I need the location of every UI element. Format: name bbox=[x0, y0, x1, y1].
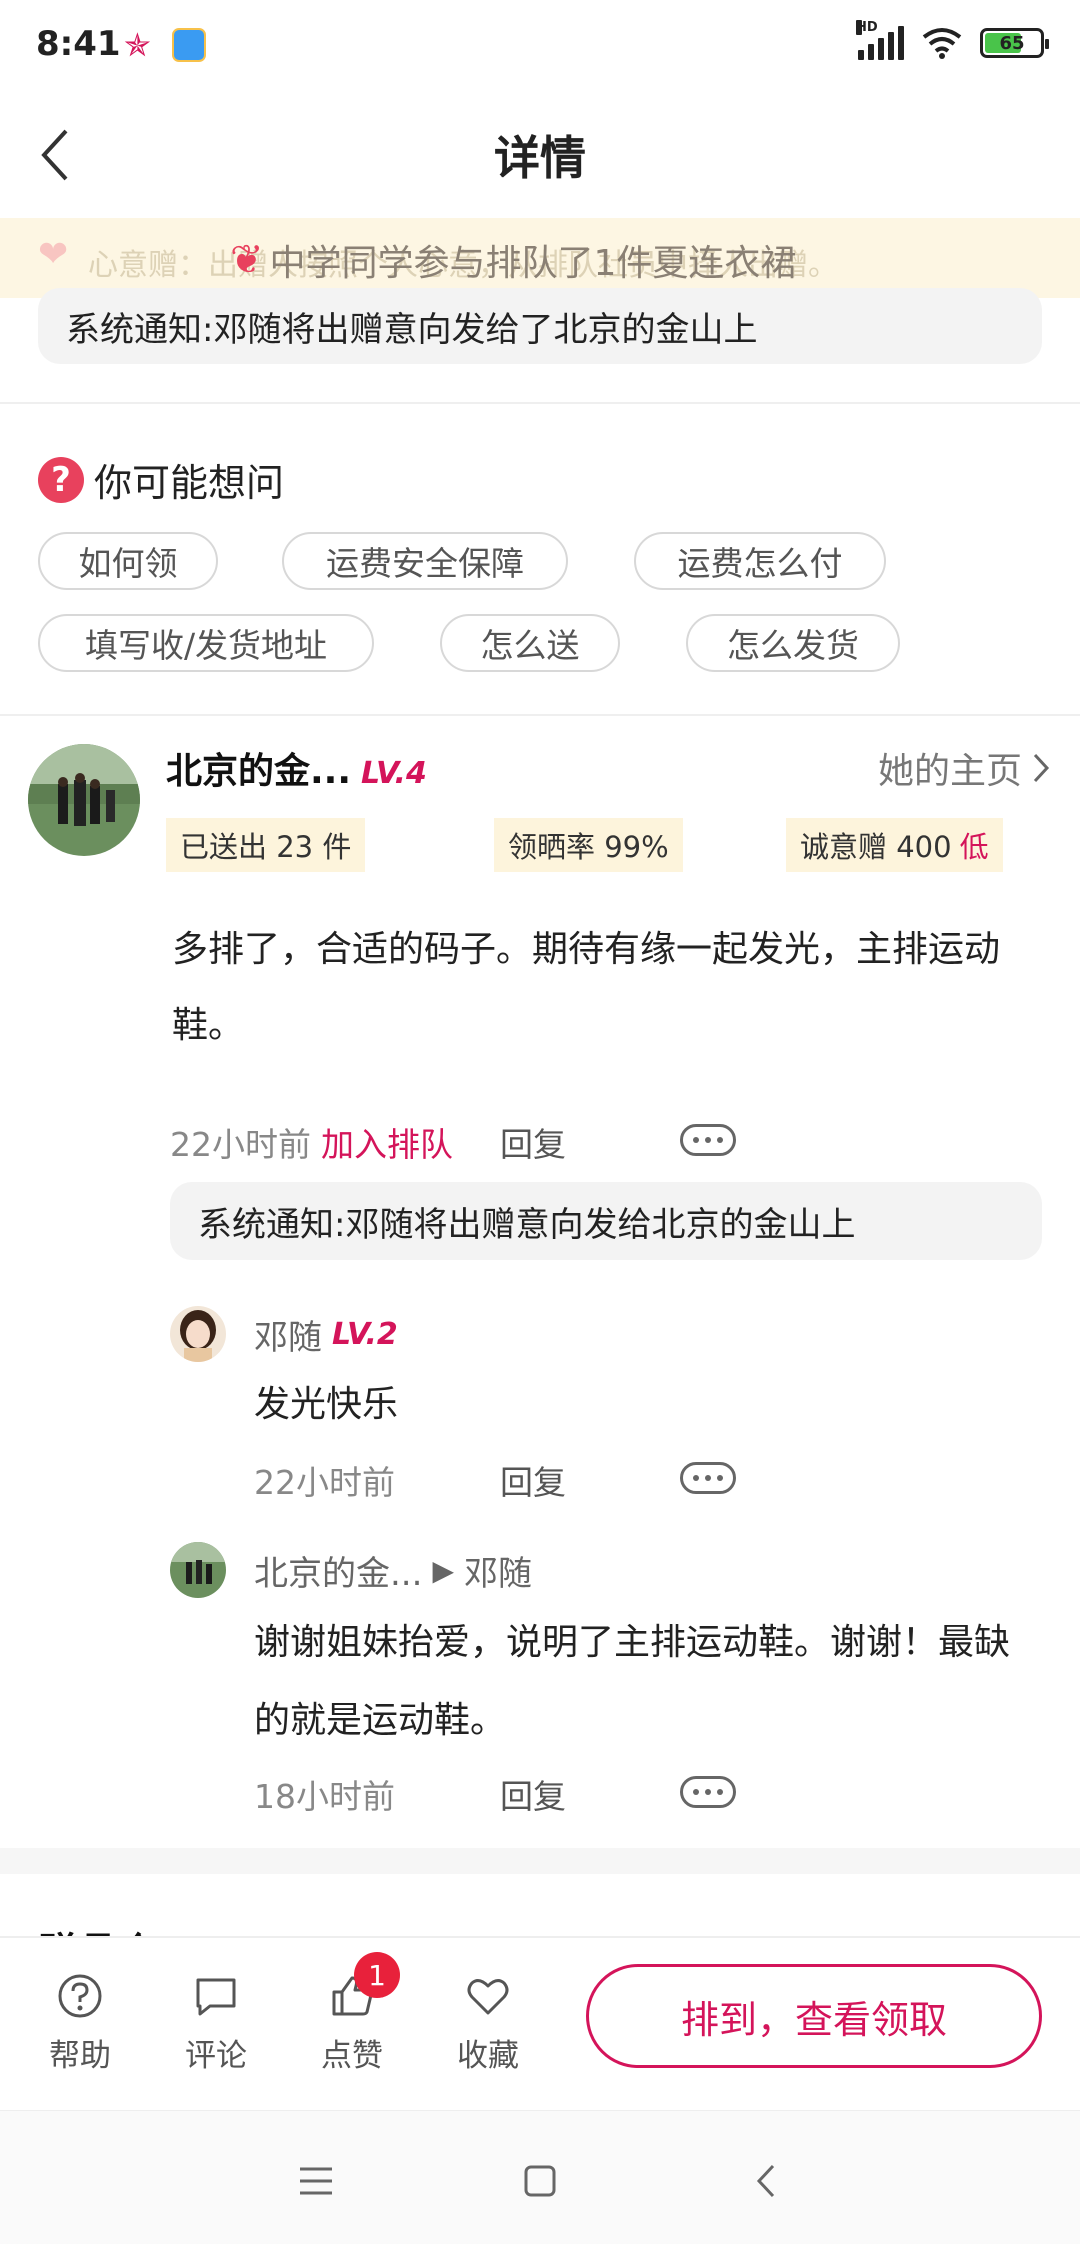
menu-icon[interactable] bbox=[286, 2151, 346, 2211]
reply-arrow-icon: ▶ bbox=[432, 1554, 454, 1587]
favorite-label: 收藏 bbox=[457, 2038, 519, 2074]
more-options-icon[interactable] bbox=[680, 1776, 736, 1808]
battery-level: 65 bbox=[999, 32, 1025, 54]
page-title: 详情 bbox=[494, 131, 586, 185]
app-notification-icon bbox=[172, 28, 206, 62]
level-badge: LV.4 bbox=[361, 756, 427, 791]
home-icon[interactable] bbox=[510, 2151, 570, 2211]
more-options-icon[interactable] bbox=[680, 1462, 736, 1494]
faq-chip[interactable]: 怎么送 bbox=[440, 614, 620, 672]
like-count-badge: 1 bbox=[354, 1952, 400, 1998]
comment-author[interactable]: 北京的金... ▶ 邓随 bbox=[254, 1546, 532, 1595]
sent-count-tag: 已送出 23 件 bbox=[166, 818, 366, 872]
bottom-action-bar: 帮助 评论 1 点赞 收藏 排到，查看领取 bbox=[0, 1936, 1080, 2110]
post-content: 多排了，合适的码子。期待有缘一起发光，主排运动鞋。 bbox=[172, 929, 1001, 1046]
banner-message-text: 中学同学参与排队了1件夏连衣裙 bbox=[269, 243, 797, 284]
reply-target-name: 邓随 bbox=[463, 1554, 532, 1594]
status-bar: 8:41 ✯ HD 65 bbox=[0, 0, 1080, 90]
faq-chip[interactable]: 填写收/发货地址 bbox=[38, 614, 374, 672]
user-name[interactable]: 北京的金... LV.4 bbox=[166, 742, 427, 794]
join-queue-link[interactable]: 加入排队 bbox=[321, 1118, 453, 1166]
divider bbox=[0, 714, 1080, 716]
signal-icon: HD bbox=[856, 20, 904, 60]
faq-chip[interactable]: 如何领 bbox=[38, 532, 218, 590]
system-notice: 系统通知:邓随将出赠意向发给北京的金山上 bbox=[170, 1182, 1042, 1260]
battery-icon: 65 bbox=[980, 28, 1049, 58]
like-icon: 1 bbox=[326, 1952, 400, 2022]
divider bbox=[0, 402, 1080, 404]
back-nav-icon[interactable] bbox=[736, 2151, 796, 2211]
comment-text: 发光快乐 bbox=[254, 1384, 399, 1425]
like-button[interactable]: 1 点赞 bbox=[302, 1952, 402, 2075]
comment-author[interactable]: 邓随 LV.2 bbox=[254, 1310, 398, 1359]
avatar[interactable] bbox=[170, 1306, 226, 1362]
reply-button[interactable]: 回复 bbox=[500, 1770, 566, 1818]
comment-time: 18小时前 bbox=[254, 1777, 395, 1816]
faq-header: ? 你可能想问 bbox=[38, 452, 284, 507]
star-icon: ✯ bbox=[124, 26, 151, 64]
homepage-label: 她的主页 bbox=[877, 751, 1022, 792]
banner-message: ❦ 中学同学参与排队了1件夏连衣裙 bbox=[230, 234, 796, 286]
comment-icon bbox=[190, 1970, 242, 2022]
post-meta: 22小时前 加入排队 bbox=[170, 1118, 453, 1166]
comment-text: 谢谢姐妹抬爱，说明了主排运动鞋。谢谢！最缺的就是运动鞋。 bbox=[254, 1622, 1011, 1741]
question-icon: ? bbox=[38, 456, 84, 503]
hd-label: HD bbox=[856, 20, 878, 35]
heart-icon bbox=[462, 1970, 514, 2022]
flame-icon: ❦ bbox=[230, 237, 264, 283]
avatar[interactable] bbox=[28, 744, 140, 856]
system-nav-bar bbox=[0, 2110, 1080, 2244]
comment-label: 评论 bbox=[185, 2038, 247, 2074]
comment-button[interactable]: 评论 bbox=[166, 1970, 266, 2075]
comment-author-name: 邓随 bbox=[254, 1318, 322, 1358]
heart-icon: ❤ bbox=[38, 234, 69, 275]
homepage-link[interactable]: 她的主页 bbox=[878, 742, 1050, 794]
faq-title: 你可能想问 bbox=[94, 461, 285, 505]
user-name-text: 北京的金... bbox=[166, 751, 352, 792]
comment-author-name: 北京的金... bbox=[254, 1554, 423, 1594]
reply-button[interactable]: 回复 bbox=[500, 1118, 566, 1166]
nav-bar: 详情 bbox=[0, 100, 1080, 210]
faq-chip[interactable]: 怎么发货 bbox=[686, 614, 900, 672]
avatar[interactable] bbox=[170, 1542, 226, 1598]
chevron-right-icon bbox=[1033, 753, 1050, 783]
level-badge: LV.2 bbox=[332, 1317, 398, 1352]
like-label: 点赞 bbox=[321, 2038, 383, 2074]
wifi-icon bbox=[922, 28, 962, 59]
sincerity-tag: 诚意赠 400 低 bbox=[786, 818, 1003, 872]
status-icons: HD 65 bbox=[856, 20, 1049, 60]
reply-button[interactable]: 回复 bbox=[500, 1456, 566, 1504]
help-icon bbox=[54, 1970, 106, 2022]
system-notice: 系统通知:邓随将出赠意向发给了北京的金山上 bbox=[38, 288, 1042, 364]
notice-banner: ❤ 心意赠：出赠人按照个人心意，从排队社员中择人出赠。 ❦ 中学同学参与排队了1… bbox=[0, 218, 1080, 298]
claim-button[interactable]: 排到，查看领取 bbox=[586, 1964, 1042, 2068]
status-time: 8:41 bbox=[36, 24, 121, 64]
help-label: 帮助 bbox=[49, 2038, 111, 2074]
review-rate-tag: 领晒率 99% bbox=[494, 818, 683, 872]
comment-time: 22小时前 bbox=[254, 1463, 395, 1502]
more-options-icon[interactable] bbox=[680, 1124, 736, 1156]
help-button[interactable]: 帮助 bbox=[30, 1970, 130, 2075]
post-time: 22小时前 bbox=[170, 1125, 311, 1164]
faq-chip[interactable]: 运费怎么付 bbox=[634, 532, 886, 590]
favorite-button[interactable]: 收藏 bbox=[438, 1970, 538, 2075]
faq-chip[interactable]: 运费安全保障 bbox=[282, 532, 568, 590]
sincerity-level: 低 bbox=[959, 830, 989, 864]
sincerity-value: 诚意赠 400 bbox=[800, 830, 952, 864]
section-separator bbox=[0, 1848, 1080, 1874]
